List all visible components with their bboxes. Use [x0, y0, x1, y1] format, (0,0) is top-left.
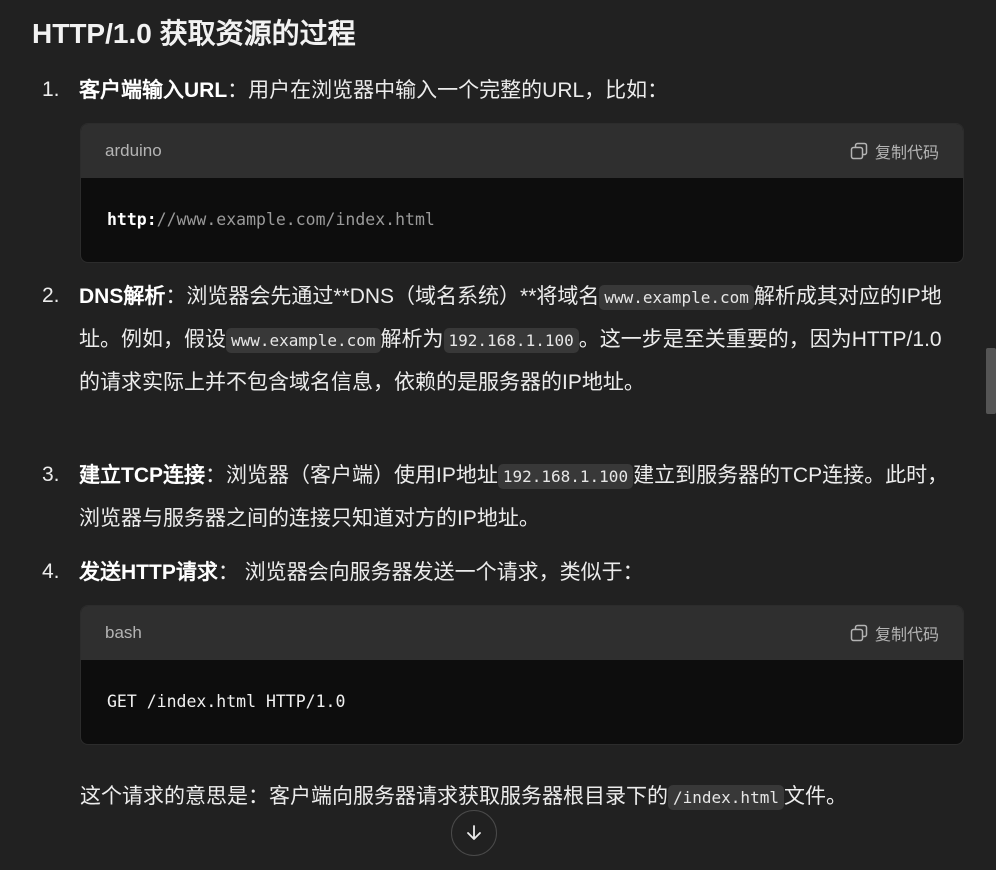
code-content: GET /index.html HTTP/1.0: [107, 692, 346, 711]
step-title: 建立TCP连接: [79, 464, 205, 487]
scroll-to-bottom-button[interactable]: [451, 810, 497, 856]
copy-code-button[interactable]: 复制代码: [850, 606, 939, 660]
step-text: 建立TCP连接：浏览器（客户端）使用IP地址 192.168.1.100 建立到服务…: [79, 455, 962, 540]
step-body: ： 浏览器会向服务器发送一个请求，类似于：: [217, 561, 644, 584]
copy-code-label: 复制代码: [874, 627, 939, 644]
list-item-step-1: 1. 客户端输入URL：用户在浏览器中输入一个完整的URL，比如：: [42, 70, 962, 112]
list-item-step-4: 4. 发送HTTP请求： 浏览器会向服务器发送一个请求，类似于：: [42, 552, 962, 594]
copy-code-label: 复制代码: [874, 145, 939, 162]
step-body: ：用户在浏览器中输入一个完整的URL，比如：: [227, 79, 669, 102]
inline-code-domain: www.example.com: [599, 285, 754, 310]
step-title: 发送HTTP请求: [79, 561, 218, 584]
list-item-step-3: 3. 建立TCP连接：浏览器（客户端）使用IP地址 192.168.1.100 建立…: [42, 455, 962, 539]
step-number: 4.: [42, 560, 60, 583]
step-number: 2.: [42, 284, 60, 307]
copy-code-button[interactable]: 复制代码: [850, 124, 939, 178]
code-content: http://www.example.com/index.html: [81, 178, 963, 262]
code-protocol: http:: [107, 210, 157, 229]
step-text: 发送HTTP请求： 浏览器会向服务器发送一个请求，类似于：: [79, 552, 962, 594]
explanation-paragraph: 这个请求的意思是：客户端向服务器请求获取服务器根目录下的/index.html 文…: [80, 776, 930, 819]
code-block-bash: bash 复制代码 GET /index.html HTTP/1.0: [80, 605, 964, 745]
step-text: DNS解析：浏览器会先通过**DNS（域名系统）**将域名 www.example…: [79, 276, 962, 404]
code-language-label: arduino: [105, 141, 162, 160]
step-body: ：浏览器会先通过**DNS（域名系统）**将域名: [165, 285, 600, 308]
explanation-text: 这个请求的意思是：客户端向服务器请求获取服务器根目录下的: [80, 785, 668, 808]
explanation-text: 文件。: [783, 785, 847, 808]
step-title: DNS解析: [79, 285, 166, 308]
code-url-rest: //www.example.com/index.html: [156, 210, 435, 229]
code-block-header: arduino 复制代码: [81, 124, 963, 178]
inline-code-domain: www.example.com: [226, 328, 381, 353]
copy-icon: [850, 624, 868, 642]
step-title: 客户端输入URL: [79, 79, 228, 102]
step-body: 解析为: [380, 328, 444, 351]
list-item-step-2: 2. DNS解析：浏览器会先通过**DNS（域名系统）**将域名 www.exam…: [42, 276, 962, 444]
step-number: 1.: [42, 78, 60, 101]
step-text: 客户端输入URL：用户在浏览器中输入一个完整的URL，比如：: [79, 70, 962, 112]
section-heading: HTTP/1.0 获取资源的过程: [32, 18, 356, 49]
code-block-arduino: arduino 复制代码 http://www.example.com/inde…: [80, 123, 964, 263]
arrow-down-icon: [467, 825, 481, 840]
chat-response: HTTP/1.0 获取资源的过程 1. 客户端输入URL：用户在浏览器中输入一个…: [0, 0, 996, 870]
code-block-header: bash 复制代码: [81, 606, 963, 660]
scrollbar-thumb[interactable]: [986, 348, 996, 414]
step-body: ：浏览器（客户端）使用IP地址: [205, 464, 498, 487]
inline-code-path: /index.html: [668, 785, 784, 810]
copy-icon: [850, 142, 868, 160]
inline-code-ip: 192.168.1.100: [497, 464, 634, 489]
step-number: 3.: [42, 463, 60, 486]
inline-code-ip: 192.168.1.100: [443, 328, 579, 353]
code-language-label: bash: [105, 623, 142, 642]
